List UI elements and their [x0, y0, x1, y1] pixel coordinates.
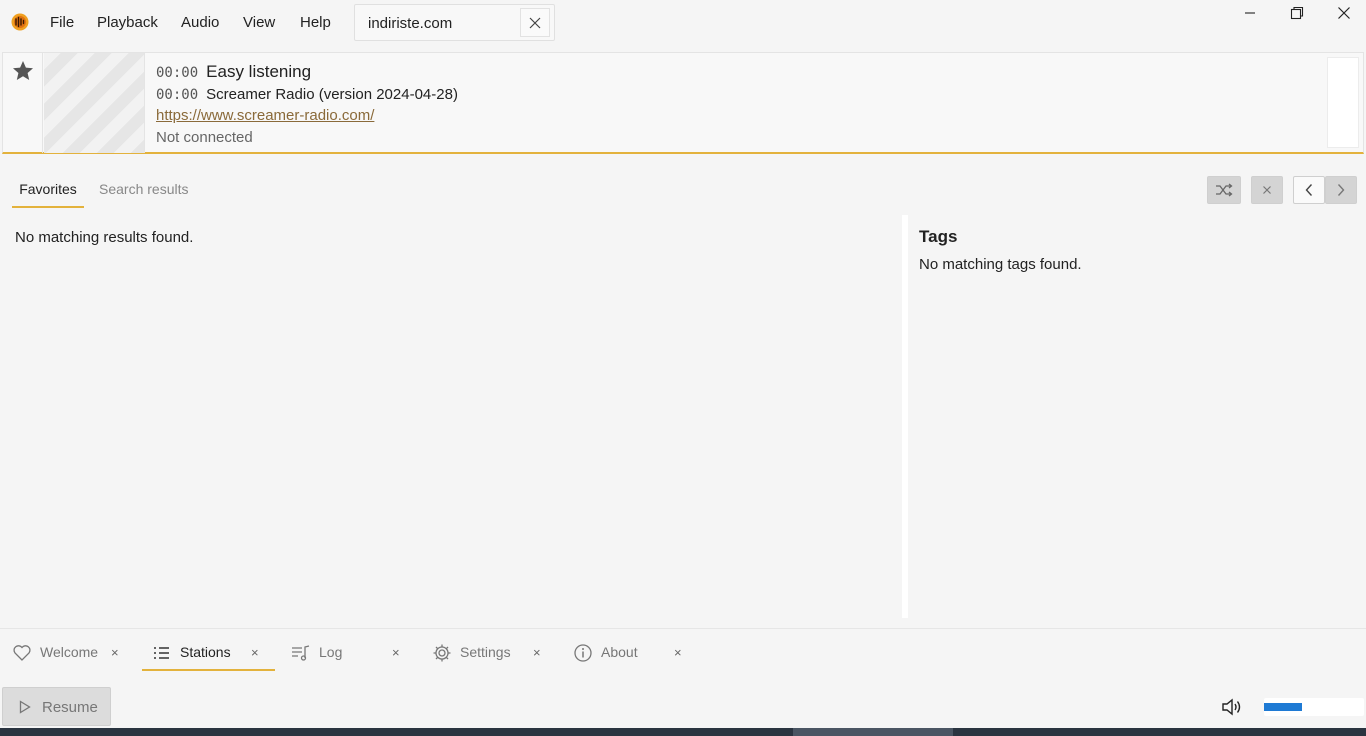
volume-slider[interactable] — [1264, 698, 1364, 716]
close-tab-button[interactable]: × — [251, 645, 259, 660]
close-window-button[interactable] — [1321, 0, 1366, 26]
station-link[interactable]: https://www.screamer-radio.com/ — [156, 107, 374, 124]
volume-level — [1264, 703, 1302, 711]
bottom-tab-log[interactable]: Log × — [291, 636, 411, 672]
resume-button[interactable]: Resume — [2, 687, 111, 726]
tags-heading: Tags — [919, 227, 958, 246]
gear-icon — [433, 644, 451, 662]
resume-label: Resume — [42, 699, 98, 716]
bottom-tab-label: Log — [319, 644, 343, 660]
station-artwork — [44, 53, 145, 153]
bottom-tab-welcome[interactable]: Welcome × — [12, 636, 132, 672]
menu-view[interactable]: View — [243, 14, 275, 31]
shuffle-button[interactable] — [1207, 176, 1241, 204]
menu-playback[interactable]: Playback — [97, 14, 158, 31]
bottom-tab-label: About — [601, 644, 638, 660]
info-icon — [574, 644, 592, 662]
star-icon — [13, 61, 33, 80]
bottom-tab-label: Settings — [460, 644, 511, 660]
speaker-icon[interactable] — [1221, 697, 1243, 717]
favorite-toggle[interactable] — [3, 53, 43, 153]
shuffle-icon — [1216, 183, 1233, 197]
now-playing-panel: 00:00 Easy listening 00:00 Screamer Radio … — [2, 52, 1364, 154]
restore-button[interactable] — [1274, 0, 1320, 26]
tags-empty-message: No matching tags found. — [919, 256, 1082, 273]
bottom-tab-about[interactable]: About × — [573, 636, 693, 672]
play-icon — [19, 700, 31, 714]
track-time: 00:00 — [156, 65, 199, 81]
panel-splitter[interactable] — [902, 215, 908, 618]
search-clear-button[interactable] — [520, 8, 550, 37]
minimize-icon — [1245, 12, 1255, 14]
active-tab-indicator — [142, 669, 275, 671]
bottom-tab-settings[interactable]: Settings × — [432, 636, 552, 672]
menu-file[interactable]: File — [50, 14, 74, 31]
close-icon — [529, 17, 541, 28]
track-time: 00:00 — [156, 87, 199, 103]
search-input[interactable]: indiriste.com — [368, 15, 452, 32]
close-tab-button[interactable]: × — [111, 645, 119, 660]
bottom-tab-label: Stations — [180, 644, 231, 660]
previous-button[interactable] — [1293, 176, 1325, 204]
taskbar — [0, 728, 1366, 736]
restore-icon — [1290, 6, 1304, 20]
now-playing-line-2: 00:00 Screamer Radio (version 2024-04-28) — [156, 86, 458, 103]
menu-help[interactable]: Help — [300, 14, 331, 31]
heart-icon — [13, 645, 31, 661]
title-bar: File Playback Audio View Help indiriste.… — [0, 0, 1366, 44]
clear-button[interactable] — [1251, 176, 1283, 204]
close-tab-button[interactable]: × — [533, 645, 541, 660]
track-title: Easy listening — [206, 62, 312, 81]
music-list-icon — [292, 645, 310, 661]
search-field[interactable]: indiriste.com — [354, 4, 555, 41]
now-playing-side-panel — [1327, 57, 1359, 148]
app-logo-icon — [11, 13, 29, 31]
tab-search-results[interactable]: Search results — [99, 172, 199, 208]
close-icon — [1263, 186, 1271, 194]
now-playing-line-1: 00:00 Easy listening — [156, 62, 311, 82]
station-name: Screamer Radio (version 2024-04-28) — [206, 86, 458, 103]
close-icon — [1338, 7, 1350, 19]
tab-favorites[interactable]: Favorites — [12, 172, 84, 208]
minimize-button[interactable] — [1227, 0, 1273, 26]
bottom-tab-label: Welcome — [40, 644, 99, 660]
list-icon — [154, 647, 169, 659]
bottom-tab-stations[interactable]: Stations × — [152, 636, 272, 672]
close-tab-button[interactable]: × — [674, 645, 682, 660]
connection-status: Not connected — [156, 129, 253, 146]
chevron-left-icon — [1305, 184, 1313, 196]
chevron-right-icon — [1337, 184, 1345, 196]
next-button[interactable] — [1325, 176, 1357, 204]
close-tab-button[interactable]: × — [392, 645, 400, 660]
taskbar-active-item — [793, 728, 953, 736]
divider — [0, 628, 1366, 629]
menu-audio[interactable]: Audio — [181, 14, 219, 31]
results-empty-message: No matching results found. — [15, 229, 194, 246]
